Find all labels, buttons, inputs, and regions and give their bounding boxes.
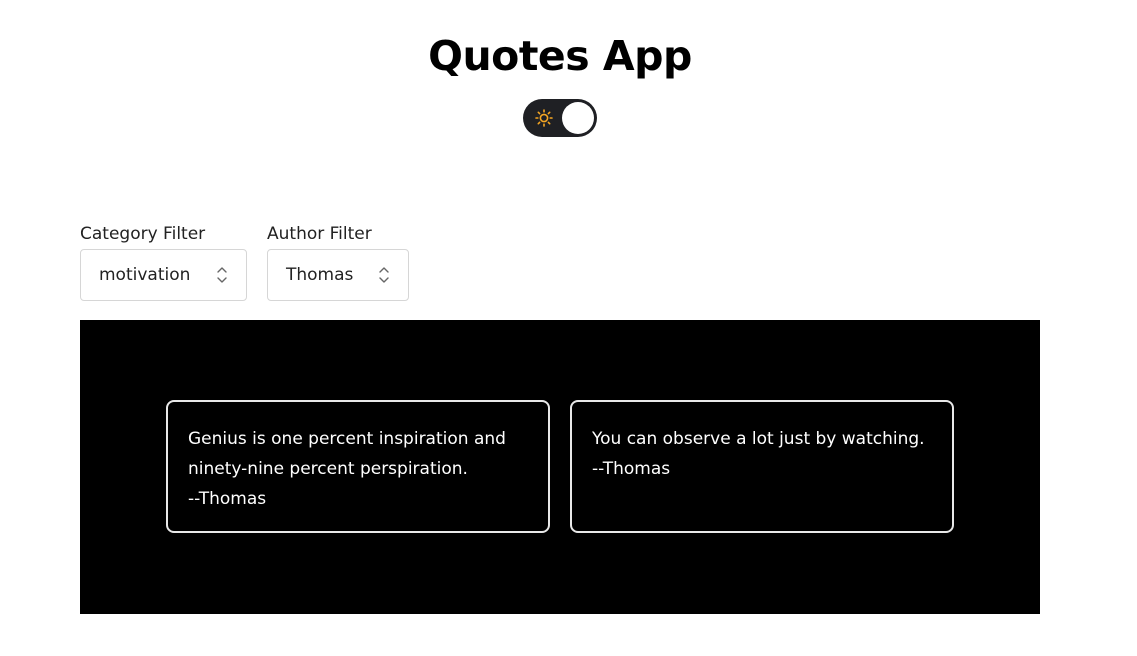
app-title: Quotes App — [428, 32, 692, 80]
theme-toggle[interactable] — [523, 99, 597, 137]
author-select-value: Thomas — [286, 265, 354, 285]
chevron-up-down-icon — [217, 267, 227, 283]
author-select[interactable]: Thomas — [267, 249, 409, 301]
quotes-app-page: Quotes App Category Filter motivation Au… — [0, 0, 1137, 656]
category-select[interactable]: motivation — [80, 249, 247, 301]
quotes-panel: Genius is one percent inspiration and ni… — [80, 320, 1040, 614]
quote-author: --Thomas — [592, 459, 671, 479]
author-filter: Author Filter Thomas — [267, 222, 409, 301]
toggle-knob — [562, 102, 594, 134]
author-filter-label: Author Filter — [267, 224, 372, 244]
quote-card: You can observe a lot just by watching. … — [570, 400, 954, 533]
quote-text: Genius is one percent inspiration and ni… — [188, 429, 506, 479]
quote-text: You can observe a lot just by watching. — [592, 429, 925, 449]
category-select-value: motivation — [99, 265, 191, 285]
quote-author: --Thomas — [188, 489, 267, 509]
sun-icon — [535, 109, 553, 127]
chevron-up-down-icon — [379, 267, 389, 283]
category-filter: Category Filter motivation — [80, 222, 247, 301]
category-filter-label: Category Filter — [80, 224, 206, 244]
quote-card: Genius is one percent inspiration and ni… — [166, 400, 550, 533]
